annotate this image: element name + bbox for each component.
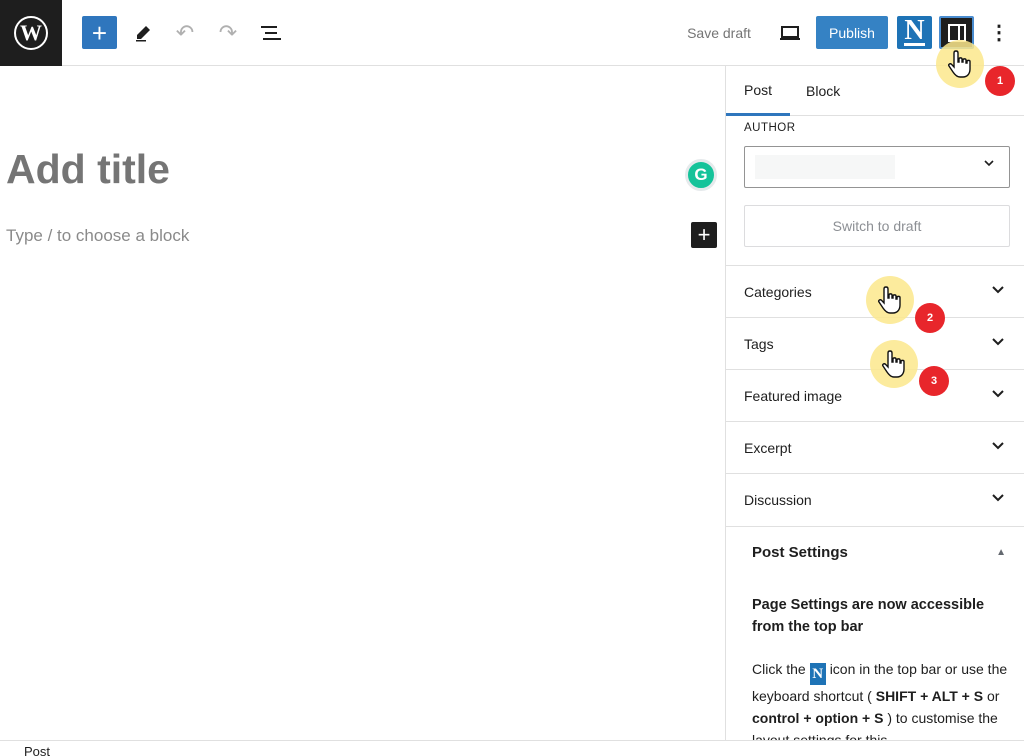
post-settings-title[interactable]: Post Settings (752, 544, 848, 561)
step-badge: 3 (919, 366, 949, 396)
undo-icon: ↶ (175, 19, 195, 45)
chevron-down-icon (984, 160, 994, 167)
redo-icon: ↷ (218, 19, 238, 45)
undo-button[interactable]: ↶ (170, 16, 200, 49)
wordpress-logo-button[interactable]: W (0, 0, 62, 66)
panel-divider (726, 526, 1024, 527)
panel-label: Discussion (744, 491, 812, 508)
list-view-icon (261, 25, 281, 40)
block-inserter-button[interactable]: + (82, 16, 117, 49)
editor-footer: Post (0, 740, 1024, 756)
panel-label: Tags (744, 335, 774, 352)
page-settings-n-button[interactable]: N (897, 16, 932, 49)
step-badge: 1 (985, 66, 1015, 96)
n-logo-icon: N (809, 663, 826, 685)
publish-button[interactable]: Publish (816, 16, 888, 49)
cursor-highlight (870, 340, 918, 388)
hand-pointer-icon (948, 50, 971, 78)
tab-block[interactable]: Block (806, 66, 840, 116)
panel-excerpt[interactable]: Excerpt (726, 421, 1024, 473)
redo-button[interactable]: ↷ (213, 16, 243, 49)
settings-sidebar: Post Block AUTHOR Switch to draft Catego… (725, 66, 1024, 740)
author-select[interactable] (744, 146, 1010, 188)
chevron-down-icon (992, 338, 1004, 346)
tools-button[interactable] (128, 16, 158, 49)
chevron-down-icon (992, 286, 1004, 294)
block-placeholder[interactable]: Type / to choose a block (6, 226, 189, 246)
cursor-highlight (936, 40, 984, 88)
n-logo-icon: N (904, 15, 925, 46)
editor-canvas: Add title Type / to choose a block G + (0, 66, 726, 740)
panel-label: Excerpt (744, 439, 792, 456)
caret-up-icon[interactable]: ▲ (996, 547, 1006, 558)
save-draft-button[interactable]: Save draft (680, 16, 758, 49)
sidebar-icon (947, 23, 966, 42)
document-overview-button[interactable] (256, 16, 286, 49)
panel-label: Featured image (744, 387, 843, 404)
body-text: Click the (752, 661, 806, 677)
step-badge: 2 (915, 303, 945, 333)
post-settings-heading: Page Settings are now accessible from th… (752, 597, 985, 635)
post-settings-body: Click the Nicon in the top bar or use the… (752, 658, 1010, 740)
cursor-highlight (866, 276, 914, 324)
desktop-icon (780, 25, 800, 40)
chevron-down-icon (992, 442, 1004, 450)
author-value (755, 155, 895, 179)
shortcut-text: SHIFT + ALT + S (875, 688, 984, 704)
editor-toolbar: W + ↶ ↷ Save draft Publish N ⋮ (0, 0, 1024, 66)
inline-inserter-button[interactable]: + (691, 222, 717, 248)
chevron-down-icon (992, 390, 1004, 398)
post-title-input[interactable]: Add title (6, 146, 170, 193)
hand-pointer-icon (878, 286, 901, 314)
wordpress-icon: W (14, 16, 48, 50)
tab-post[interactable]: Post (726, 66, 790, 116)
preview-button[interactable] (775, 16, 805, 49)
panel-discussion[interactable]: Discussion (726, 473, 1024, 525)
switch-to-draft-button[interactable]: Switch to draft (744, 205, 1010, 247)
breadcrumb[interactable]: Post (24, 744, 50, 756)
panel-label: Categories (744, 283, 812, 300)
options-menu-button[interactable]: ⋮ (986, 16, 1012, 49)
grammarly-icon[interactable]: G (685, 159, 717, 191)
pencil-icon (136, 25, 150, 41)
body-text: or (986, 688, 1000, 704)
chevron-down-icon (992, 494, 1004, 502)
author-label: AUTHOR (744, 122, 796, 134)
shortcut-text: control + option + S (752, 710, 884, 726)
hand-pointer-icon (882, 350, 905, 378)
